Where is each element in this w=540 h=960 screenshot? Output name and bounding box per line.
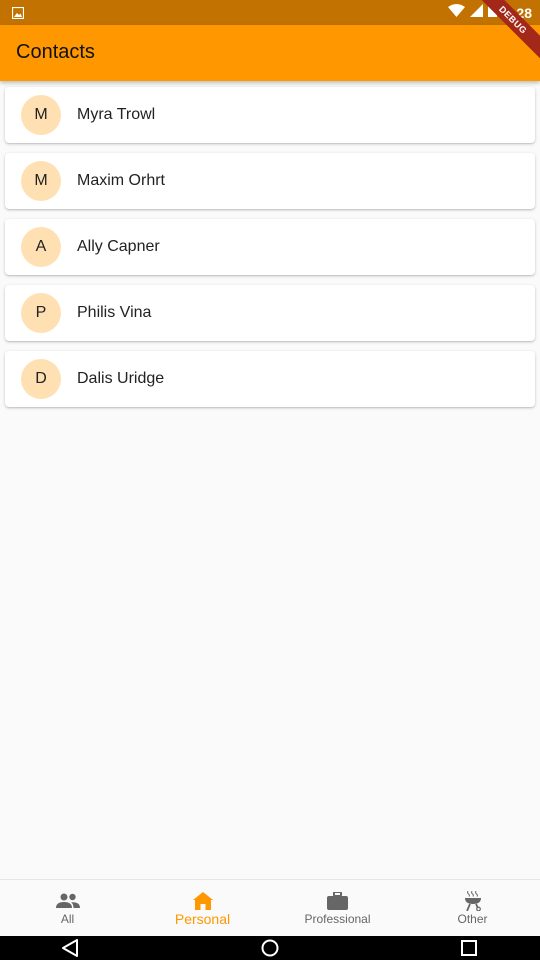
signal-icon (469, 4, 483, 22)
bottom-navigation: All Personal Professional Other (0, 879, 540, 936)
contact-name: Maxim Orhrt (77, 172, 165, 189)
image-icon (11, 6, 25, 20)
contact-card[interactable]: P Philis Vina (5, 285, 535, 341)
avatar: P (21, 293, 61, 333)
home-icon (191, 891, 215, 911)
nav-item-other[interactable]: Other (405, 880, 540, 937)
contact-name: Myra Trowl (77, 106, 156, 123)
app-bar: Contacts (0, 25, 540, 81)
avatar: D (21, 359, 61, 399)
nav-item-personal[interactable]: Personal (135, 880, 270, 937)
grill-icon (461, 891, 485, 911)
avatar: A (21, 227, 61, 267)
nav-label-other: Other (457, 912, 488, 926)
contact-name: Ally Capner (77, 238, 160, 255)
nav-label-all: All (60, 912, 75, 926)
status-bar: 4:28 (0, 0, 540, 25)
page-title: Contacts (16, 41, 95, 63)
contact-card[interactable]: M Myra Trowl (5, 87, 535, 143)
system-navigation-bar (0, 936, 540, 960)
nav-label-personal: Personal (174, 911, 231, 927)
contact-card[interactable]: A Ally Capner (5, 219, 535, 275)
nav-label-professional: Professional (304, 912, 371, 926)
contact-card[interactable]: M Maxim Orhrt (5, 153, 535, 209)
avatar: M (21, 95, 61, 135)
nav-item-professional[interactable]: Professional (270, 880, 405, 937)
nav-item-all[interactable]: All (0, 880, 135, 937)
contact-name: Philis Vina (77, 304, 152, 321)
home-circle-icon[interactable] (260, 939, 280, 957)
wifi-icon (447, 3, 465, 23)
avatar: M (21, 161, 61, 201)
people-icon (55, 891, 80, 911)
contact-card[interactable]: D Dalis Uridge (5, 351, 535, 407)
briefcase-icon (326, 891, 350, 911)
contact-name: Dalis Uridge (77, 370, 165, 387)
back-icon[interactable] (61, 939, 81, 957)
recents-icon[interactable] (460, 939, 480, 957)
